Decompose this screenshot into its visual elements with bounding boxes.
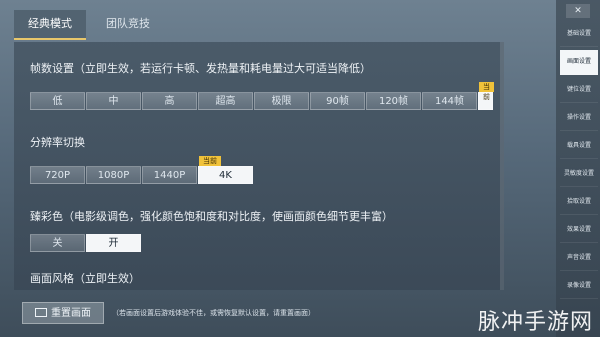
reset-hint: （若画面设置后游戏体验不佳，或需恢复默认设置，请重置画面） [112, 309, 315, 317]
resolution-option-4k-label: 4K [219, 170, 232, 181]
fps-option-high[interactable]: 高 [142, 92, 197, 110]
sidebar-item-sound[interactable]: 声音设置 [560, 246, 598, 271]
settings-panel: 帧数设置（立即生效，若运行卡顿、发热量和耗电量过大可适当降低） 低 中 高 超高… [14, 42, 504, 290]
resolution-option-4k[interactable]: 当前 4K [198, 156, 253, 184]
resolution-option-1440p[interactable]: 1440P [142, 166, 197, 184]
current-tag: 当前 [479, 82, 494, 101]
sidebar-item-pickup[interactable]: 拾取设置 [560, 190, 598, 215]
hdr-options: 关 开 [30, 234, 142, 252]
close-icon[interactable]: ✕ [566, 4, 590, 18]
sidebar-item-basic[interactable]: 基础设置 [560, 22, 598, 47]
fps-option-90[interactable]: 90帧 [310, 92, 365, 110]
reset-label: 重置画面 [51, 308, 91, 319]
sidebar-item-effects[interactable]: 效果设置 [560, 218, 598, 243]
watermark: 脉冲手游网 [478, 310, 594, 335]
sidebar-item-vehicle[interactable]: 载具设置 [560, 134, 598, 159]
tab-classic[interactable]: 经典模式 [14, 10, 86, 40]
settings-screen: 经典模式 团队竞技 帧数设置（立即生效，若运行卡顿、发热量和耗电量过大可适当降低… [0, 0, 600, 337]
fps-options: 低 中 高 超高 极限 90帧 120帧 144帧 当前 [30, 82, 494, 110]
fps-option-144[interactable]: 144帧 [422, 92, 477, 110]
tab-team-arena[interactable]: 团队竞技 [92, 10, 164, 38]
resolution-option-1080p[interactable]: 1080P [86, 166, 141, 184]
reset-icon [35, 308, 47, 317]
fps-option-120[interactable]: 120帧 [366, 92, 421, 110]
panel-scrollbar[interactable] [500, 42, 504, 290]
style-section-title: 画面风格（立即生效） [30, 272, 140, 285]
hdr-option-off[interactable]: 关 [30, 234, 85, 252]
current-tag: 当前 [199, 156, 221, 166]
sidebar-item-replay[interactable]: 录像设置 [560, 274, 598, 299]
reset-display-button[interactable]: 重置画面 [22, 302, 104, 324]
sidebar-item-sensitivity[interactable]: 灵敏度设置 [560, 162, 598, 187]
fps-option-ultra[interactable]: 超高 [198, 92, 253, 110]
hdr-section-title: 臻彩色（电影级调色，强化颜色饱和度和对比度，使画面颜色细节更丰富） [30, 210, 393, 223]
fps-option-medium[interactable]: 中 [86, 92, 141, 110]
fps-option-low[interactable]: 低 [30, 92, 85, 110]
resolution-option-720p[interactable]: 720P [30, 166, 85, 184]
mode-tabs: 经典模式 团队竞技 [14, 10, 170, 40]
fps-option-partial[interactable]: 当前 [478, 82, 494, 110]
fps-section-title: 帧数设置（立即生效，若运行卡顿、发热量和耗电量过大可适当降低） [30, 62, 371, 75]
hdr-option-on[interactable]: 开 [86, 234, 141, 252]
resolution-section-title: 分辨率切换 [30, 136, 85, 149]
sidebar-item-keys[interactable]: 键位设置 [560, 78, 598, 103]
fps-option-extreme[interactable]: 极限 [254, 92, 309, 110]
resolution-options: 720P 1080P 1440P 当前 4K [30, 156, 254, 184]
sidebar-item-display[interactable]: 画面设置 [560, 50, 598, 75]
sidebar-item-controls[interactable]: 操作设置 [560, 106, 598, 131]
